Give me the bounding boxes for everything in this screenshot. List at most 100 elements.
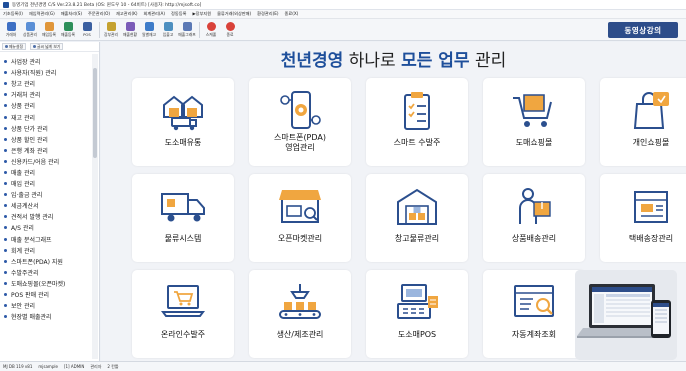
toolbar-button[interactable]: 거래처 (2, 20, 20, 40)
parcel-box-icon (629, 186, 673, 228)
bullet-icon (4, 159, 7, 163)
feature-tile[interactable]: 생산/제조관리 (249, 270, 351, 358)
sidebar-item[interactable]: 견적서 발행 관리 (4, 211, 90, 222)
menu-item[interactable]: 주문관리(O) (88, 11, 110, 17)
status-extra: 2 칸틀 (107, 363, 119, 369)
bullet-icon (4, 126, 7, 130)
sidebar-item[interactable]: 상품 관리 (4, 100, 90, 111)
feature-tile[interactable]: 창고물류관리 (366, 174, 468, 262)
sidebar-item[interactable]: 사용자(직원) 관리 (4, 67, 90, 78)
menu-item[interactable]: 회계관리(A) (143, 11, 165, 17)
status-company: mjsample (38, 364, 58, 369)
feature-tile[interactable]: 물류시스템 (132, 174, 234, 262)
sidebar-item[interactable]: 보안 관리 (4, 300, 90, 311)
bullet-icon (4, 93, 7, 97)
toolbar-button[interactable]: 스케줄 (202, 20, 220, 40)
toolbar-icon (82, 22, 92, 31)
menu-item[interactable]: 환경관리(E) (257, 11, 278, 17)
feature-tile[interactable]: 도소매POS (366, 270, 468, 358)
sidebar-item[interactable]: A/S 관리 (4, 222, 90, 233)
menu-item[interactable]: 정동등록 (171, 11, 186, 17)
app-icon (3, 1, 9, 8)
delivery-truck-icon (159, 186, 207, 228)
warehouse-truck-icon (160, 90, 206, 132)
toolbar-icon (144, 21, 154, 31)
bullet-icon (4, 115, 7, 119)
sidebar-item[interactable]: POS 판매 관리 (4, 289, 90, 300)
conveyor-belt-icon (276, 282, 324, 324)
bullet-icon (4, 259, 7, 263)
menu-item[interactable]: 재입력관리(G) (29, 11, 55, 17)
feature-tile-label: 개인쇼핑몰 (632, 138, 670, 147)
feature-tile[interactable]: 개인쇼핑몰 (600, 78, 686, 166)
menu-item[interactable]: 종료(X) (285, 11, 299, 17)
menu-item[interactable]: 기초등록(I) (3, 11, 23, 17)
sidebar-item-label: POS 판매 관리 (11, 292, 50, 300)
feature-tile[interactable]: 자동계좌조회 (483, 270, 585, 358)
feature-tile[interactable]: 도매쇼핑몰 (483, 78, 585, 166)
sidebar-item-label: 매입 관리 (11, 181, 35, 189)
feature-tile[interactable]: 상품배송관리 (483, 174, 585, 262)
scrollbar-thumb[interactable] (93, 68, 97, 158)
toolbar-button[interactable]: POS (78, 20, 96, 40)
sidebar-item[interactable]: 세금계산서 (4, 200, 90, 211)
toolbar-icon (125, 21, 135, 31)
delivery-person-icon (512, 186, 556, 228)
menu-item[interactable]: 매출처리(S) (61, 11, 82, 17)
feature-tile[interactable]: 스마트폰(PDA) 영업관리 (249, 78, 351, 166)
sidebar-item[interactable]: 회계 관리 (4, 245, 90, 256)
sidebar-item[interactable]: 도매쇼핑몰(오픈마켓) (4, 278, 90, 289)
feature-tile[interactable]: 오픈마켓관리 (249, 174, 351, 262)
toolbar-button[interactable]: 장부관리 (102, 20, 120, 40)
toolbar-icon (63, 21, 73, 31)
toolbar-button[interactable]: 매출그래프 (178, 20, 196, 40)
sidebar-item[interactable]: 신용카드/어음 관리 (4, 156, 90, 167)
toolbar-button[interactable]: 일별재고 (140, 20, 158, 40)
wide-font-button[interactable]: 글씨 넓게 보기 (29, 43, 64, 50)
bullet-icon (4, 204, 7, 208)
sidebar-item[interactable]: 거래처 관리 (4, 89, 90, 100)
menu-item[interactable]: ▶장부지원 (192, 11, 211, 17)
feature-tile[interactable]: 도소매유통 (132, 78, 234, 166)
sidebar-scrollbar[interactable] (92, 54, 98, 359)
menu-item[interactable]: 물류거래(외상판매) (217, 11, 251, 17)
sidebar-item[interactable]: 상품 할인 관리 (4, 134, 90, 145)
sidebar-item[interactable]: 현장별 매출관리 (4, 311, 90, 322)
title-bar: 동영기업 천년경영 C/S Ver.23.8.21 Beta (OS: 윈도우 … (0, 0, 686, 10)
sidebar-item[interactable]: 사업장 관리 (4, 56, 90, 67)
feature-tile[interactable]: 택배송장관리 (600, 174, 686, 262)
sidebar-item[interactable]: 창고 관리 (4, 78, 90, 89)
feature-tile-label: 온라인수발주 (160, 330, 206, 339)
toolbar-button[interactable]: 매출현황 (121, 20, 139, 40)
sidebar-item[interactable]: 입·출금 관리 (4, 189, 90, 200)
menu-settings-button[interactable]: 메뉴설정 (2, 43, 26, 50)
toolbar-button[interactable]: 상품관리 (21, 20, 39, 40)
toolbar-button-label: 스케줄 (205, 31, 217, 37)
toolbar-icon (106, 21, 116, 31)
feature-tile[interactable]: 스마트 수발주 (366, 78, 468, 166)
sidebar-item[interactable]: 수발주관리 (4, 267, 90, 278)
toolbar-button[interactable]: 종료 (221, 20, 239, 40)
menu-item[interactable]: 재고관리(K) (116, 11, 137, 17)
toolbar-button[interactable]: 매입등록 (40, 20, 58, 40)
toolbar-button[interactable]: 매출등록 (59, 20, 77, 40)
menu-bar: 기초등록(I) 재입력관리(G) 매출처리(S) 주문관리(O) 재고관리(K)… (0, 10, 686, 19)
sidebar-item[interactable]: 매입 관리 (4, 178, 90, 189)
sidebar-item[interactable]: 상품 단가 관리 (4, 123, 90, 134)
warehouse-icon (394, 186, 440, 228)
toolbar-separator (199, 21, 200, 38)
video-lecture-button[interactable]: 동영상강의 (608, 22, 678, 38)
sidebar-item[interactable]: 매출 관리 (4, 167, 90, 178)
bullet-icon (4, 226, 7, 230)
wide-font-label: 글씨 넓게 보기 (36, 43, 61, 49)
toolbar-button-label: 종료 (226, 31, 234, 37)
feature-tile[interactable]: 온라인수발주 (132, 270, 234, 358)
sidebar-item[interactable]: 스마트폰(PDA) 지원 (4, 256, 90, 267)
sidebar-item[interactable]: 매출 분석그래프 (4, 234, 90, 245)
sidebar-item[interactable]: 은행 계좌 관리 (4, 145, 90, 156)
sidebar-item-label: 은행 계좌 관리 (11, 147, 48, 155)
toolbar-button[interactable]: 입출고 (159, 20, 177, 40)
sidebar-item[interactable]: 재고 관리 (4, 111, 90, 122)
bullet-icon (4, 270, 7, 274)
app-window: 동영기업 천년경영 C/S Ver.23.8.21 Beta (OS: 윈도우 … (0, 0, 686, 371)
